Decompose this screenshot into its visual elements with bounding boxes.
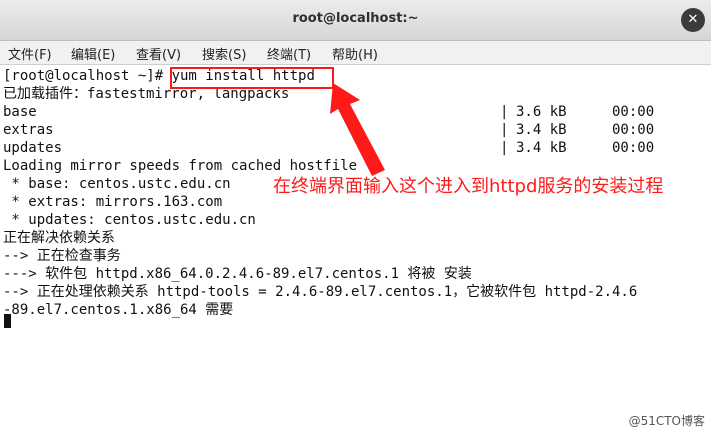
watermark: @51CTO博客 — [628, 414, 705, 428]
annotation-arrow — [330, 83, 385, 176]
annotation-text: 在终端界面输入这个进入到httpd服务的安装过程 — [273, 176, 664, 197]
